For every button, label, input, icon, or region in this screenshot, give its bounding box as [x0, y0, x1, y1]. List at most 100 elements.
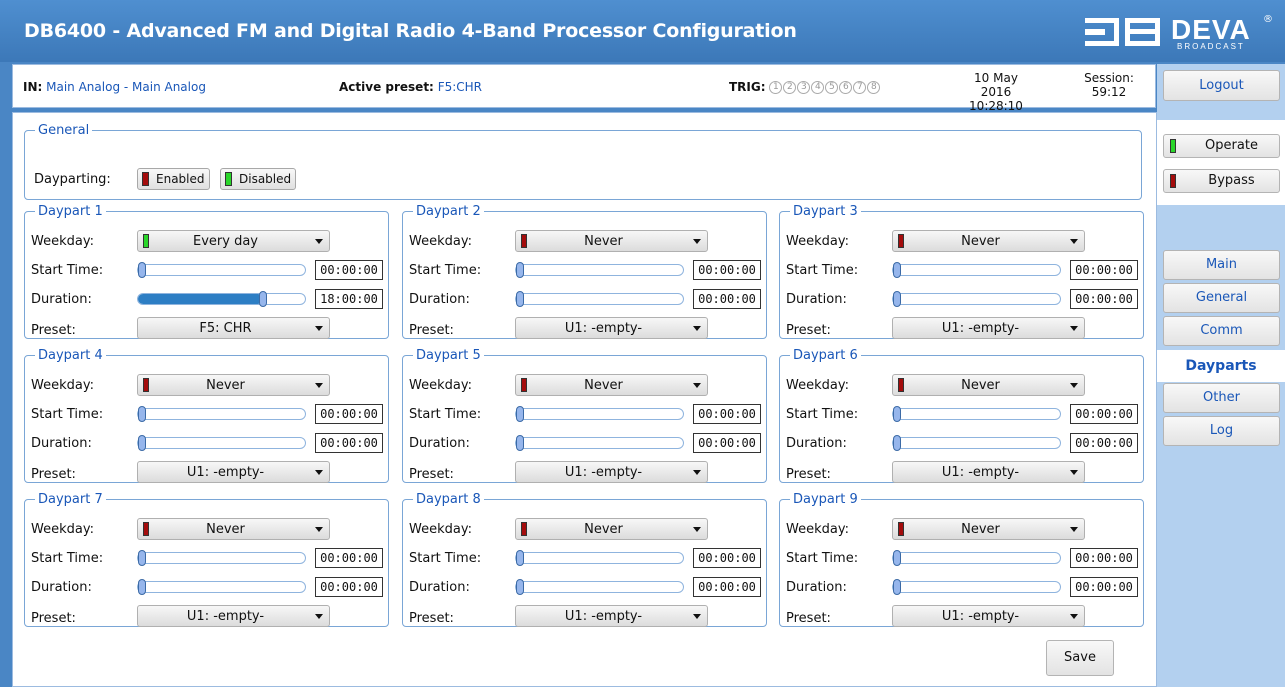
start-time-value[interactable]: 00:00:00	[693, 260, 761, 280]
start-slider-handle[interactable]	[893, 406, 901, 422]
preset-select[interactable]: U1: -empty-	[515, 317, 708, 339]
preset-select[interactable]: U1: -empty-	[137, 605, 330, 627]
duration-slider[interactable]	[515, 579, 684, 595]
duration-value[interactable]: 00:00:00	[1070, 289, 1138, 309]
tab-other[interactable]: Other	[1163, 383, 1280, 413]
preset-select[interactable]: U1: -empty-	[892, 605, 1085, 627]
start-slider-handle[interactable]	[138, 406, 146, 422]
start-time-slider[interactable]	[515, 550, 684, 566]
duration-slider-handle[interactable]	[893, 579, 901, 595]
weekday-value: Never	[961, 378, 1000, 393]
duration-value[interactable]: 18:00:00	[315, 289, 383, 309]
general-legend: General	[38, 123, 90, 138]
duration-slider[interactable]	[892, 435, 1061, 451]
tab-general[interactable]: General	[1163, 283, 1280, 313]
save-button[interactable]: Save	[1046, 640, 1114, 676]
preset-select[interactable]: F5: CHR	[137, 317, 330, 339]
bypass-led-icon	[1170, 174, 1176, 188]
start-time-value[interactable]: 00:00:00	[315, 260, 383, 280]
start-time-value[interactable]: 00:00:00	[693, 404, 761, 424]
start-time-value[interactable]: 00:00:00	[1070, 404, 1138, 424]
tab-dayparts[interactable]: Dayparts	[1157, 350, 1285, 382]
duration-slider-fill	[138, 294, 264, 304]
weekday-select[interactable]: Never	[892, 374, 1085, 396]
duration-label: Duration:	[31, 580, 92, 595]
duration-value[interactable]: 00:00:00	[693, 433, 761, 453]
duration-slider[interactable]	[892, 291, 1061, 307]
start-slider-handle[interactable]	[138, 262, 146, 278]
duration-slider[interactable]	[515, 435, 684, 451]
start-slider-handle[interactable]	[138, 550, 146, 566]
start-time-value[interactable]: 00:00:00	[1070, 548, 1138, 568]
operate-button[interactable]: Operate	[1163, 134, 1280, 158]
duration-slider[interactable]	[137, 579, 306, 595]
session-status: Session: 59:12	[1079, 71, 1139, 99]
weekday-label: Weekday:	[409, 234, 472, 249]
weekday-select[interactable]: Never	[892, 230, 1085, 252]
start-slider-handle[interactable]	[516, 406, 524, 422]
title-bar: DB6400 - Advanced FM and Digital Radio 4…	[0, 0, 1285, 62]
tab-main[interactable]: Main	[1163, 250, 1280, 280]
weekday-select[interactable]: Every day	[137, 230, 330, 252]
registered-mark: ®	[1263, 14, 1273, 25]
start-time-slider[interactable]	[515, 262, 684, 278]
duration-slider-handle[interactable]	[893, 435, 901, 451]
weekday-select[interactable]: Never	[515, 230, 708, 252]
start-time-slider[interactable]	[892, 262, 1061, 278]
duration-slider-handle[interactable]	[516, 579, 524, 595]
start-time-value[interactable]: 00:00:00	[693, 548, 761, 568]
preset-select[interactable]: U1: -empty-	[515, 461, 708, 483]
duration-slider-handle[interactable]	[516, 291, 524, 307]
weekday-select[interactable]: Never	[515, 374, 708, 396]
start-time-value[interactable]: 00:00:00	[1070, 260, 1138, 280]
duration-value[interactable]: 00:00:00	[1070, 433, 1138, 453]
duration-value[interactable]: 00:00:00	[315, 433, 383, 453]
duration-value[interactable]: 00:00:00	[693, 577, 761, 597]
start-time-slider[interactable]	[892, 406, 1061, 422]
tab-comm[interactable]: Comm	[1163, 316, 1280, 346]
start-time-slider[interactable]	[892, 550, 1061, 566]
preset-select[interactable]: U1: -empty-	[515, 605, 708, 627]
duration-slider-handle[interactable]	[138, 579, 146, 595]
start-slider-handle[interactable]	[516, 550, 524, 566]
chevron-down-icon	[1070, 239, 1078, 244]
preset-select[interactable]: U1: -empty-	[892, 461, 1085, 483]
preset-label: Preset:	[786, 611, 831, 626]
start-slider-handle[interactable]	[893, 550, 901, 566]
duration-slider-handle[interactable]	[138, 435, 146, 451]
start-time-label: Start Time:	[409, 407, 482, 422]
daypart-3-group: Daypart 3 Weekday: Never Start Time: 00:…	[779, 204, 1144, 339]
weekday-value: Never	[206, 378, 245, 393]
start-slider-handle[interactable]	[893, 262, 901, 278]
bypass-button[interactable]: Bypass	[1163, 169, 1280, 193]
weekday-select[interactable]: Never	[137, 518, 330, 540]
start-slider-handle[interactable]	[516, 262, 524, 278]
preset-select[interactable]: U1: -empty-	[137, 461, 330, 483]
duration-slider-handle[interactable]	[893, 291, 901, 307]
weekday-select[interactable]: Never	[892, 518, 1085, 540]
logout-button[interactable]: Logout	[1163, 70, 1280, 101]
duration-value[interactable]: 00:00:00	[1070, 577, 1138, 597]
start-time-value[interactable]: 00:00:00	[315, 548, 383, 568]
tab-log[interactable]: Log	[1163, 416, 1280, 446]
start-time-slider[interactable]	[137, 406, 306, 422]
duration-slider[interactable]	[892, 579, 1061, 595]
duration-slider[interactable]	[137, 291, 306, 307]
start-time-value[interactable]: 00:00:00	[315, 404, 383, 424]
duration-value[interactable]: 00:00:00	[693, 289, 761, 309]
duration-slider[interactable]	[515, 291, 684, 307]
weekday-select[interactable]: Never	[515, 518, 708, 540]
duration-slider-handle[interactable]	[516, 435, 524, 451]
start-time-slider[interactable]	[515, 406, 684, 422]
weekday-select[interactable]: Never	[137, 374, 330, 396]
duration-value[interactable]: 00:00:00	[315, 577, 383, 597]
disabled-button[interactable]: Disabled	[220, 168, 297, 190]
duration-slider-handle[interactable]	[259, 291, 268, 307]
start-time-slider[interactable]	[137, 262, 306, 278]
enabled-button[interactable]: Enabled	[137, 168, 210, 190]
duration-slider[interactable]	[137, 435, 306, 451]
start-time-slider[interactable]	[137, 550, 306, 566]
preset-select[interactable]: U1: -empty-	[892, 317, 1085, 339]
start-time-label: Start Time:	[786, 407, 859, 422]
preset-value: U1: -empty-	[564, 465, 643, 480]
